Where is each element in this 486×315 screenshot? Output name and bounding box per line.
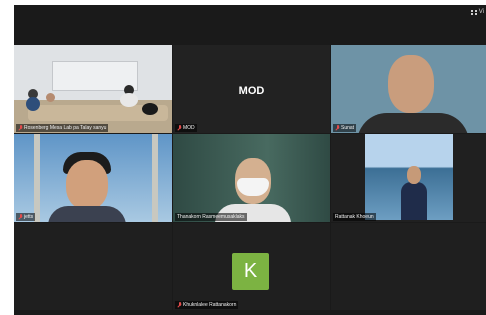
face-mask xyxy=(237,178,269,196)
empty-grid-slot-left xyxy=(14,223,172,310)
participant-name: Sunat xyxy=(341,125,355,131)
participant-name: Thanakorn Rasmeemusaklaks xyxy=(177,214,245,220)
participant-name-tag: jetts xyxy=(16,213,36,221)
mic-muted-icon xyxy=(18,125,23,131)
mic-muted-icon xyxy=(335,125,340,131)
participant-name: Rattanak Khoeun xyxy=(335,214,374,220)
video-tile-jetts[interactable]: jetts xyxy=(14,134,172,222)
meeting-room-video xyxy=(14,45,172,133)
view-label: Vi xyxy=(478,9,484,15)
participant-name-tag: Khuknlalee Rattanakorn xyxy=(175,301,239,309)
empty-grid-slot-right xyxy=(331,223,486,310)
participant-name: Khuknlalee Rattanakorn xyxy=(183,302,237,308)
mic-muted-icon xyxy=(18,214,23,220)
participant-name-tag: Sunat xyxy=(333,124,357,132)
participant-name-tag: Rattanak Khoeun xyxy=(333,213,376,221)
participant-name: MOD xyxy=(183,125,195,131)
video-tile-meeting-room[interactable]: Rosenberg Mesa Lab pa Talay sanyu xyxy=(14,45,172,133)
participant-name: Rosenberg Mesa Lab pa Talay sanyu xyxy=(24,125,107,131)
mic-muted-icon xyxy=(177,302,182,308)
thanakorn-video xyxy=(173,134,330,222)
video-tile-sunat[interactable]: Sunat xyxy=(331,45,486,133)
jetts-video xyxy=(14,134,172,222)
sunat-video xyxy=(331,45,486,133)
participant-display-name: MOD xyxy=(238,85,265,97)
participant-name: jetts xyxy=(24,214,34,220)
video-tile-thanakorn[interactable]: Thanakorn Rasmeemusaklaks xyxy=(173,134,330,222)
grid-view-icon xyxy=(470,9,477,15)
view-button[interactable]: Vi xyxy=(470,7,484,17)
zoom-gallery-window: Vi Rosenberg Mesa Lab pa Talay sanyu MOD… xyxy=(14,5,486,315)
rattanak-video xyxy=(331,134,486,222)
mic-muted-icon xyxy=(177,125,182,131)
participant-name-tag: Thanakorn Rasmeemusaklaks xyxy=(175,213,247,221)
avatar: K xyxy=(232,253,269,290)
page-margin xyxy=(0,0,14,315)
participant-name-tag: MOD xyxy=(175,124,197,132)
video-tile-khuknlalee[interactable]: K Khuknlalee Rattanakorn xyxy=(173,223,330,310)
participant-name-tag: Rosenberg Mesa Lab pa Talay sanyu xyxy=(16,124,109,132)
video-tile-rattanak[interactable]: Rattanak Khoeun xyxy=(331,134,486,222)
video-tile-mod[interactable]: MOD MOD xyxy=(173,45,330,133)
